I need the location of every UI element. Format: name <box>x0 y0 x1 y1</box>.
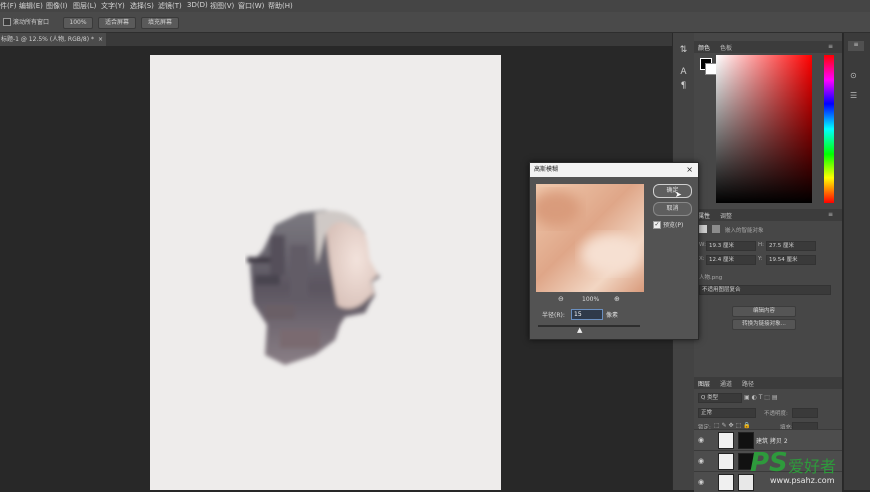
menu-window[interactable]: 窗口(W) <box>238 1 264 11</box>
x-field[interactable]: 12.4 厘米 <box>706 255 756 265</box>
panel-menu-icon[interactable]: ≡ <box>828 43 833 50</box>
double-exposure-portrait <box>247 210 380 365</box>
properties-panel-tabs: 属性 调整 ≡ <box>694 209 842 221</box>
eye-icon[interactable]: ◉ <box>698 436 704 444</box>
scroll-all-label: 滚动所有窗口 <box>13 19 50 26</box>
history-icon[interactable]: ⇅ <box>678 45 689 56</box>
width-field[interactable]: 19.3 厘米 <box>706 241 756 251</box>
cursor-icon: ➤ <box>675 190 682 199</box>
close-icon[interactable]: × <box>98 33 103 46</box>
tab-adjustments[interactable]: 调整 <box>720 211 732 220</box>
menu-3d[interactable]: 3D(D) <box>187 1 208 9</box>
h-label: H: <box>758 242 764 248</box>
menu-image[interactable]: 图像(I) <box>46 1 68 11</box>
character-icon[interactable]: A <box>678 67 689 78</box>
filter-icons[interactable]: ▣ ◐ T ⬚ ▤ <box>744 394 778 401</box>
eye-icon[interactable]: ◉ <box>698 478 704 486</box>
radius-input[interactable]: 15 <box>571 309 603 320</box>
menu-select[interactable]: 选择(S) <box>130 1 154 11</box>
preview-label: 预览(P) <box>663 222 684 229</box>
fill-screen-button[interactable]: 填充屏幕 <box>141 17 179 29</box>
watermark-logo: PS <box>750 448 788 478</box>
menu-type[interactable]: 文字(Y) <box>101 1 125 11</box>
radius-slider-track[interactable] <box>538 325 640 327</box>
zoom-out-icon[interactable]: ⊖ <box>558 295 564 303</box>
paragraph-icon[interactable]: ¶ <box>678 81 689 92</box>
preview-checkbox[interactable]: ✓ <box>653 221 661 229</box>
tab-paths[interactable]: 路径 <box>742 379 754 388</box>
menu-help[interactable]: 帮助(H) <box>268 1 293 11</box>
eye-icon[interactable]: ◉ <box>698 457 704 465</box>
search-icon[interactable]: ⊙ <box>850 71 857 80</box>
menu-file[interactable]: 件(F) <box>0 1 17 11</box>
dialog-title: 高斯模糊 <box>534 166 559 173</box>
menu-bar: 件(F) 编辑(E) 图像(I) 图层(L) 文字(Y) 选择(S) 滤镜(T)… <box>0 0 870 12</box>
options-bar: 滚动所有窗口 100% 适合屏幕 填充屏幕 <box>0 12 870 33</box>
w-label: W: <box>699 242 706 248</box>
panel-menu-icon[interactable]: ≡ <box>828 211 833 218</box>
hue-slider[interactable] <box>824 55 834 203</box>
menu-filter[interactable]: 滤镜(T) <box>158 1 182 11</box>
radius-unit: 像素 <box>606 312 619 319</box>
opacity-field[interactable] <box>792 408 818 418</box>
height-field[interactable]: 27.5 厘米 <box>766 241 816 251</box>
menu-edit[interactable]: 编辑(E) <box>19 1 43 11</box>
right-panels: 颜色 色板 ≡ 属性 调整 ≡ 嵌入的智能对象 W: 19.3 厘米 H: 27… <box>694 33 842 492</box>
document-tab-label: 标题-1 @ 12.5% (人物, RGB/8) * <box>1 36 94 43</box>
x-label: X: <box>699 256 705 262</box>
scroll-all-checkbox[interactable] <box>3 18 11 26</box>
watermark-title: 爱好者 <box>788 457 837 476</box>
radius-label: 半径(R): <box>542 312 565 319</box>
library-icon[interactable]: ☰ <box>850 91 857 100</box>
color-panel-tabs: 颜色 色板 ≡ <box>694 41 842 53</box>
fit-screen-button[interactable]: 适合屏幕 <box>98 17 136 29</box>
ok-button[interactable]: 确定 <box>653 184 692 198</box>
blur-preview[interactable] <box>536 184 644 292</box>
layers-panel-tabs: 图层 通道 路径 <box>694 377 842 389</box>
convert-linked-button[interactable]: 转换为链接对象... <box>732 319 796 330</box>
edit-contents-button[interactable]: 编辑内容 <box>732 306 796 317</box>
layer-kind-filter[interactable]: Q 类型 <box>698 393 742 403</box>
file-name: 人物.png <box>699 275 723 281</box>
layer-name[interactable]: 建筑 拷贝 2 <box>756 436 788 445</box>
tab-swatches[interactable]: 色板 <box>720 43 732 52</box>
zoom-100-button[interactable]: 100% <box>63 17 93 29</box>
collapsed-dock: ≡ ⊙ ☰ <box>843 33 870 490</box>
gaussian-blur-dialog: 高斯模糊 × 确定 ➤ 取消 ✓ 预览(P) ⊖ 100% ⊕ 半径(R): 1… <box>529 162 699 340</box>
y-field[interactable]: 19.54 厘米 <box>766 255 816 265</box>
layer-mask-thumbnail[interactable] <box>738 432 754 449</box>
zoom-in-icon[interactable]: ⊕ <box>614 295 620 303</box>
tab-properties[interactable]: 属性 <box>698 211 710 220</box>
y-label: Y: <box>758 256 763 262</box>
color-picker-field[interactable] <box>716 55 812 203</box>
menu-layer[interactable]: 图层(L) <box>73 1 96 11</box>
opacity-label: 不透明度: <box>764 411 788 417</box>
layer-thumb-icon <box>712 225 720 233</box>
watermark-url: www.psahz.com <box>770 476 835 485</box>
tab-channels[interactable]: 通道 <box>720 379 732 388</box>
tab-layers[interactable]: 图层 <box>698 379 710 388</box>
learn-panel-icon[interactable]: ≡ <box>848 41 864 51</box>
dialog-titlebar[interactable]: 高斯模糊 × <box>530 163 698 177</box>
layer-thumbnail <box>718 432 734 449</box>
blend-mode-select[interactable]: 正常 <box>698 408 756 418</box>
menu-view[interactable]: 视图(V) <box>210 1 234 11</box>
lock-icons[interactable]: ⬚ ✎ ✥ ⬚ 🔒 <box>714 422 751 429</box>
tab-color[interactable]: 颜色 <box>698 43 710 52</box>
close-icon[interactable]: × <box>686 163 693 177</box>
layer-row[interactable]: ◉ 建筑 拷贝 2 <box>694 429 842 450</box>
layer-thumbnail <box>718 474 734 491</box>
embedded-label: 嵌入的智能对象 <box>725 228 764 234</box>
smart-object-icon <box>699 225 707 233</box>
layer-thumbnail <box>718 453 734 470</box>
layer-comp-select[interactable]: 不适用图层复合 <box>699 285 831 295</box>
document-tab[interactable]: 标题-1 @ 12.5% (人物, RGB/8) * × <box>0 33 106 46</box>
cancel-button[interactable]: 取消 <box>653 202 692 216</box>
zoom-level: 100% <box>582 296 600 303</box>
radius-slider-thumb[interactable]: ▲ <box>577 326 582 334</box>
